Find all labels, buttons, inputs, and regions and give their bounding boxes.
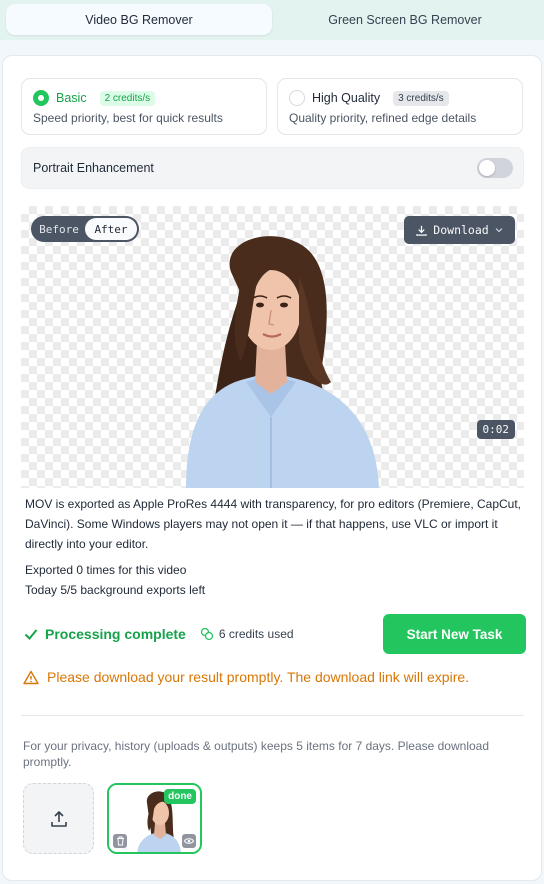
processing-complete-label: Processing complete: [45, 626, 186, 642]
credits-used-label: 6 credits used: [218, 627, 294, 641]
exports-remaining-text: Today 5/5 background exports left: [25, 583, 206, 597]
coins-icon: [200, 627, 213, 641]
eye-icon[interactable]: [182, 834, 196, 848]
history-item[interactable]: done: [107, 783, 202, 854]
status-badge: done: [164, 789, 196, 804]
mode-option-high-quality[interactable]: High Quality 3 credits/s Quality priorit…: [277, 78, 523, 135]
mode-name: Basic: [56, 91, 87, 105]
download-label: Download: [433, 223, 489, 237]
video-duration: 0:02: [476, 420, 515, 439]
privacy-notice: For your privacy, history (uploads & out…: [23, 739, 490, 769]
radio-selected-icon[interactable]: [33, 90, 49, 106]
credits-used: 6 credits used: [200, 627, 294, 641]
warning-icon: [23, 670, 39, 684]
mode-description: Speed priority, best for quick results: [33, 111, 223, 125]
start-new-task-button[interactable]: Start New Task: [383, 614, 526, 654]
mov-export-info: MOV is exported as Apple ProRes 4444 wit…: [25, 497, 522, 551]
download-warning-text: Please download your result promptly. Th…: [47, 669, 470, 685]
upload-button[interactable]: [23, 783, 94, 854]
mode-name: High Quality: [312, 91, 381, 105]
mode-description: Quality priority, refined edge details: [289, 111, 477, 125]
video-preview[interactable]: Before After Download 0:02: [21, 206, 524, 488]
upload-icon: [50, 810, 67, 827]
export-counts: Exported 0 times for this video Today 5/…: [25, 560, 205, 600]
tab-green-screen-bg-remover[interactable]: Green Screen BG Remover: [272, 4, 538, 35]
portrait-enhancement-row: Portrait Enhancement: [21, 147, 524, 189]
checkmark-icon: [24, 629, 38, 640]
after-button[interactable]: After: [85, 218, 137, 240]
trash-icon[interactable]: [113, 834, 127, 848]
status-row: Processing complete 6 credits used Start…: [23, 614, 526, 654]
before-button[interactable]: Before: [33, 218, 85, 240]
mode-option-basic[interactable]: Basic 2 credits/s Speed priority, best f…: [21, 78, 267, 135]
main-card: Basic 2 credits/s Speed priority, best f…: [2, 55, 542, 881]
chevron-down-icon: [495, 228, 503, 233]
download-warning: Please download your result promptly. Th…: [23, 669, 469, 685]
tab-video-bg-remover[interactable]: Video BG Remover: [6, 4, 272, 35]
export-count-text: Exported 0 times for this video: [25, 563, 187, 577]
radio-unselected-icon[interactable]: [289, 90, 305, 106]
mode-tabs: Video BG Remover Green Screen BG Remover: [0, 0, 544, 40]
download-button[interactable]: Download: [404, 216, 515, 244]
credits-badge: 3 credits/s: [393, 90, 449, 106]
credits-badge: 2 credits/s: [99, 90, 156, 106]
portrait-enhancement-toggle[interactable]: [477, 158, 513, 178]
before-after-toggle[interactable]: Before After: [31, 216, 139, 242]
divider: [21, 715, 524, 716]
download-icon: [416, 225, 428, 236]
portrait-enhancement-label: Portrait Enhancement: [33, 161, 154, 175]
processing-status: Processing complete: [23, 626, 186, 642]
subject-cutout-image: [186, 236, 379, 488]
